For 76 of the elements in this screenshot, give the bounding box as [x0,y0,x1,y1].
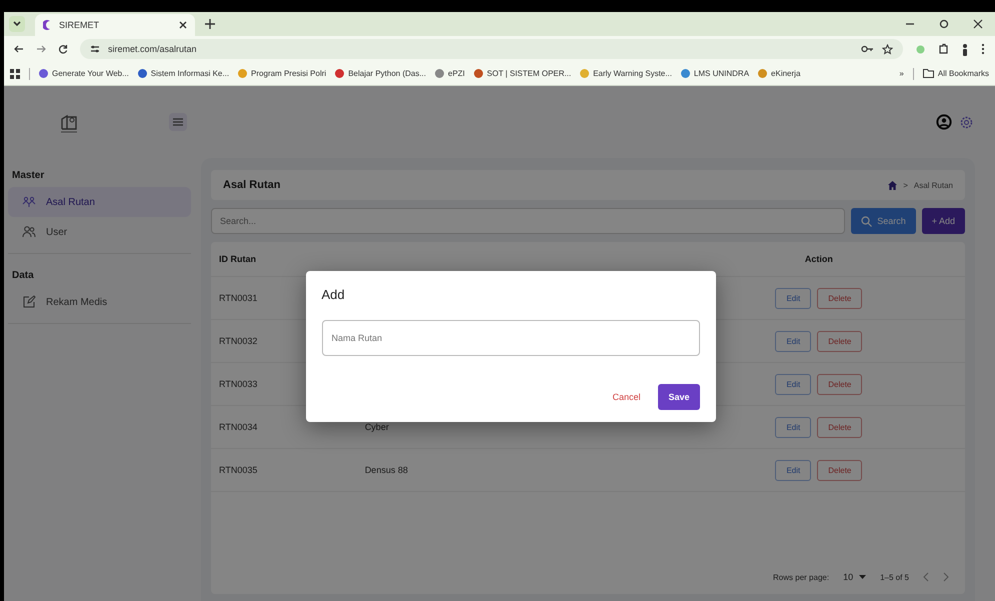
more-icon[interactable] [981,43,985,55]
url-text: siremet.com/asalrutan [108,44,197,54]
bookmark-label: eKinerja [771,69,800,78]
sidebar-item[interactable]: Asal Rutan [8,187,191,217]
page-title: Asal Rutan [223,179,280,191]
browser-tab[interactable]: SIREMET [35,14,195,36]
bookmark-favicon-icon [680,69,690,78]
rows-per-page-select[interactable]: 10 [843,572,866,582]
bookmark-favicon-icon [758,69,768,78]
bookmark[interactable]: eKinerja [758,69,800,78]
sidebar-item[interactable]: Rekam Medis [8,287,191,317]
delete-button[interactable]: Delete [817,288,862,308]
bookmark[interactable]: LMS UNINDRA [680,69,750,78]
add-button[interactable]: + Add [922,208,965,234]
bookmark-favicon-icon [138,69,147,78]
edit-button[interactable]: Edit [775,330,812,352]
more-bookmarks[interactable]: » [899,69,904,78]
breadcrumb-item[interactable]: Asal Rutan [914,180,953,190]
name-field[interactable]: Nama Rutan [322,320,700,356]
delete-button[interactable]: Delete [817,374,862,394]
dropdown-icon[interactable] [9,16,25,32]
bookmark-favicon-icon [580,69,590,78]
save-button[interactable]: Save [658,384,700,410]
sidebar-item[interactable]: User [8,217,191,247]
user-group-icon [22,225,36,239]
bookmark-label: LMS UNINDRA [694,69,750,78]
edit-icon [22,295,36,309]
menu-button[interactable] [169,113,187,131]
back-icon[interactable] [14,44,24,54]
forward-icon[interactable] [36,44,46,54]
people-icon [22,195,36,209]
bookmark[interactable]: ePZI [435,69,465,78]
breadcrumb-separator: > [903,180,908,190]
bookmark-favicon-icon [474,69,483,78]
restore-icon[interactable] [939,19,949,29]
caret-icon [859,575,866,579]
page-range: 1–5 of 5 [880,572,909,582]
apps-grid-icon[interactable] [10,68,20,78]
address-bar[interactable]: siremet.com/asalrutan [80,39,903,59]
close-window-icon[interactable] [973,19,983,29]
rows-per-page-label: Rows per page: [773,572,830,582]
delete-button[interactable]: Delete [817,330,862,352]
search-button[interactable]: Search [851,208,916,234]
dialog-title: Add [322,287,346,302]
edit-button[interactable]: Edit [775,374,812,394]
delete-button[interactable]: Delete [817,416,862,438]
star-icon[interactable] [882,44,893,54]
bookmark-favicon-icon [435,69,444,78]
bookmark-favicon-icon [39,69,48,78]
edit-button[interactable]: Edit [775,416,812,438]
edit-button[interactable]: Edit [775,288,812,308]
new-tab-icon[interactable] [205,19,215,29]
table-cell: Densus 88 [356,448,673,492]
key-icon[interactable] [861,44,874,54]
cancel-button[interactable]: Cancel [606,391,646,403]
settings-icon[interactable] [960,116,973,128]
bookmark-label: ePZI [448,69,465,78]
account-icon[interactable] [936,114,952,130]
site-settings-icon[interactable] [90,44,100,54]
edit-button[interactable]: Edit [775,460,812,480]
all-bookmarks[interactable]: All Bookmarks [922,69,989,78]
section-heading: Master [11,169,46,183]
bookmark-favicon-icon [335,69,344,78]
reload-icon[interactable] [58,44,68,54]
delete-button[interactable]: Delete [817,460,862,480]
tab-title: SIREMET [59,20,100,30]
folder-icon [922,69,934,78]
search-icon [861,216,872,226]
table-cell: RTN0035 [211,448,357,492]
home-icon[interactable] [888,180,898,190]
bookmark-favicon-icon [238,69,248,78]
bookmark-label: All Bookmarks [938,69,989,78]
menu-icon [173,118,183,126]
search-field[interactable]: Search... [211,208,846,234]
close-icon[interactable] [179,21,187,29]
section-heading: Data [11,269,35,283]
